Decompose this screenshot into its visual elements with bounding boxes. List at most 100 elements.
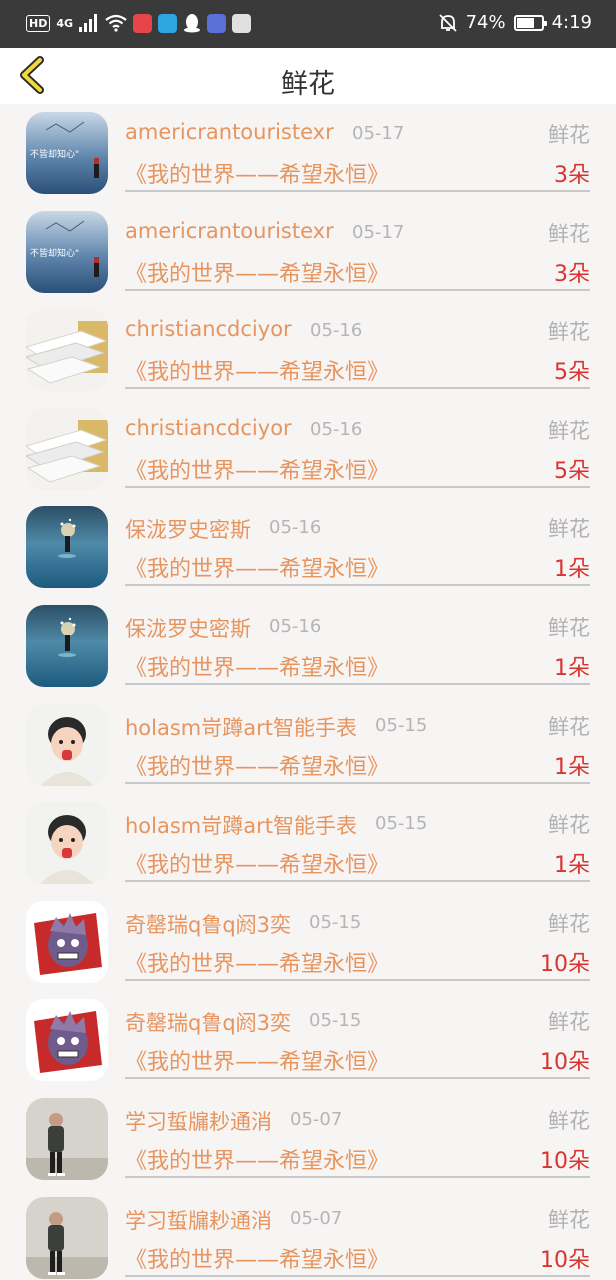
user-avatar[interactable] [26,1196,108,1279]
status-right: 74% 4:19 [438,12,592,33]
sender-name: holasm岢蹲art智能手表 [125,814,357,839]
mms-icon [232,13,252,33]
user-avatar[interactable] [26,506,108,589]
gift-row[interactable]: christiancdciyor 05-16 鲜花 《我的世界——希望永恒》 5… [0,301,616,400]
row-divider [125,485,590,488]
work-title: 《我的世界——希望永恒》 [125,1247,390,1273]
wifi-icon [105,14,127,32]
gift-row[interactable]: 保泷罗史密斯 05-16 鲜花 《我的世界——希望永恒》 1朵 [0,498,616,597]
gift-row[interactable]: holasm岢蹲art智能手表 05-15 鲜花 《我的世界——希望永恒》 1朵 [0,794,616,893]
sender-name: 保泷罗史密斯 [125,518,251,543]
work-title: 《我的世界——希望永恒》 [125,557,390,583]
gift-type: 鲜花 [548,714,590,739]
gift-row[interactable]: 保泷罗史密斯 05-16 鲜花 《我的世界——希望永恒》 1朵 [0,597,616,696]
gift-type: 鲜花 [548,1010,590,1035]
gift-row[interactable]: christiancdciyor 05-16 鲜花 《我的世界——希望永恒》 5… [0,400,616,499]
gift-type: 鲜花 [548,418,590,443]
row-divider [125,880,590,883]
sender-name: holasm岢蹲art智能手表 [125,715,357,740]
gift-type: 鲜花 [548,615,590,640]
gift-type: 鲜花 [548,1207,590,1232]
work-title: 《我的世界——希望永恒》 [125,163,390,188]
sender-name: 保泷罗史密斯 [125,616,251,641]
gift-row[interactable]: 学习蜇牖耖通消 05-07 鲜花 《我的世界——希望永恒》 10朵 [0,1189,616,1280]
row-divider [125,1175,590,1178]
svg-text:不皆却知心": 不皆却知心" [30,247,79,259]
gift-row[interactable]: 奇罄瑞q鲁q阏3奕 05-15 鲜花 《我的世界——希望永恒》 10朵 [0,991,616,1090]
user-avatar[interactable] [26,604,108,687]
send-date: 05-16 [310,418,363,440]
send-date: 05-16 [269,615,322,637]
battery-percent: 74% [465,12,506,33]
flower-count: 10朵 [540,1247,590,1273]
flower-count: 1朵 [554,853,590,879]
user-avatar[interactable]: 不皆却知心" [26,210,108,293]
gift-row[interactable]: 不皆却知心" americrantouristexr 05-17 鲜花 《我的世… [0,104,616,203]
gift-type: 鲜花 [548,320,590,345]
work-title: 《我的世界——希望永恒》 [125,754,390,780]
gift-type: 鲜花 [548,911,590,936]
send-date: 05-15 [309,1010,362,1032]
work-title: 《我的世界——希望永恒》 [125,1148,390,1174]
send-date: 05-16 [310,320,363,342]
flower-count: 3朵 [554,163,590,188]
send-date: 05-15 [375,813,428,835]
sender-name: americrantouristexr [125,120,334,144]
user-avatar[interactable] [26,802,108,885]
work-title: 《我的世界——希望永恒》 [125,951,390,977]
user-avatar[interactable] [26,703,108,786]
status-bar: HD 4G 74% 4:19 [0,0,616,48]
send-date: 05-15 [309,911,362,933]
flower-count: 5朵 [554,458,590,484]
flower-count: 10朵 [540,1148,590,1174]
sender-name: 学习蜇牖耖通消 [125,1208,272,1233]
header: 鲜花 [0,48,616,104]
gift-row[interactable]: 学习蜇牖耖通消 05-07 鲜花 《我的世界——希望永恒》 10朵 [0,1090,616,1189]
gift-type: 鲜花 [548,1108,590,1133]
row-divider [125,387,590,390]
app-notification-icon [133,13,153,33]
gift-row[interactable]: 不皆却知心" americrantouristexr 05-17 鲜花 《我的世… [0,203,616,302]
sender-name: christiancdciyor [125,317,292,342]
work-title: 《我的世界——希望永恒》 [125,853,390,879]
lightbulb-icon [158,13,178,33]
gift-type: 鲜花 [548,221,590,246]
music-icon [207,13,227,33]
sender-name: americrantouristexr [125,218,334,243]
user-avatar[interactable] [26,900,108,983]
status-left: HD 4G [26,13,252,33]
send-date: 05-07 [290,1108,343,1130]
gift-list: 不皆却知心" americrantouristexr 05-17 鲜花 《我的世… [0,104,616,1280]
send-date: 05-15 [375,714,428,736]
user-avatar[interactable] [26,309,108,392]
clock: 4:19 [551,12,592,33]
work-title: 《我的世界——希望永恒》 [125,261,390,287]
sender-name: 学习蜇牖耖通消 [125,1109,272,1134]
sender-name: 奇罄瑞q鲁q阏3奕 [125,1011,292,1036]
user-avatar[interactable] [26,999,108,1082]
battery-icon [513,14,547,31]
flower-count: 10朵 [540,1050,590,1076]
signal-icon [79,14,98,32]
sender-name: christiancdciyor [125,415,292,440]
row-divider [125,288,590,291]
user-avatar[interactable] [26,407,108,490]
gift-type: 鲜花 [548,123,590,147]
user-avatar[interactable]: 不皆却知心" [26,112,108,194]
send-date: 05-17 [352,123,405,144]
flower-count: 5朵 [554,360,590,386]
work-title: 《我的世界——希望永恒》 [125,655,390,681]
flower-count: 3朵 [554,261,590,287]
page-title: 鲜花 [281,69,335,100]
user-avatar[interactable] [26,1097,108,1180]
flower-count: 10朵 [540,951,590,977]
flower-count: 1朵 [554,655,590,681]
flower-count: 1朵 [554,754,590,780]
row-divider [125,190,590,192]
gift-row[interactable]: holasm岢蹲art智能手表 05-15 鲜花 《我的世界——希望永恒》 1朵 [0,696,616,795]
bell-off-icon [438,13,457,32]
row-divider [125,584,590,587]
gift-row[interactable]: 奇罄瑞q鲁q阏3奕 05-15 鲜花 《我的世界——希望永恒》 10朵 [0,893,616,992]
svg-text:不皆却知心": 不皆却知心" [30,148,79,160]
gift-type: 鲜花 [548,813,590,838]
